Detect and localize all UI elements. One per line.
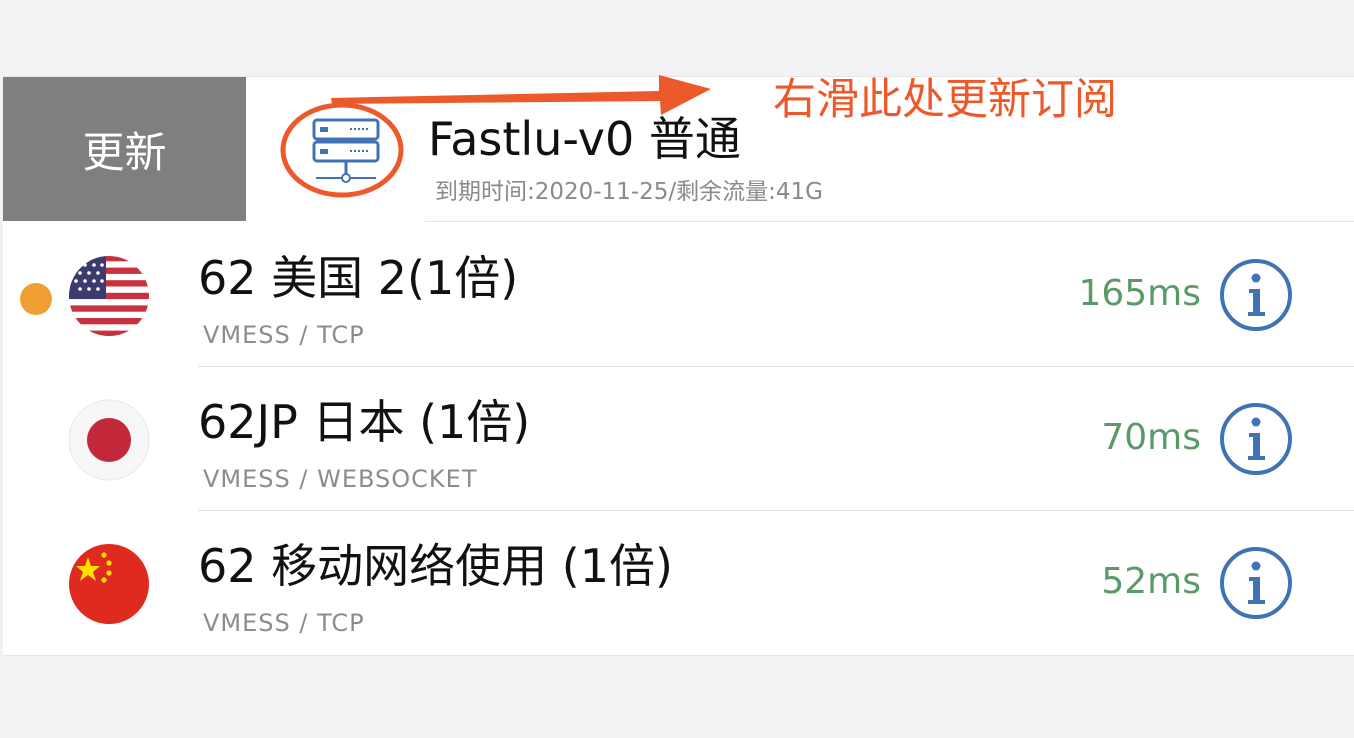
server-name: 62JP 日本 (1倍) bbox=[198, 395, 531, 449]
subscription-meta: 到期时间:2020-11-25/剩余流量:41G bbox=[435, 179, 824, 205]
server-row-jp[interactable]: 62JP 日本 (1倍) VMESS / WEBSOCKET 70ms bbox=[3, 366, 1354, 510]
server-row-cn[interactable]: 62 移动网络使用 (1倍) VMESS / TCP 52ms bbox=[3, 510, 1354, 654]
annotation-arrow bbox=[331, 75, 711, 115]
subscription-list: 更新 Fastlu-v0 普通 到期时间:2020-11-25/剩余流量:41G… bbox=[3, 75, 1354, 656]
selected-indicator-dot bbox=[20, 283, 52, 315]
server-protocol: VMESS / TCP bbox=[203, 609, 365, 637]
server-protocol: VMESS / TCP bbox=[203, 321, 365, 349]
server-protocol: VMESS / WEBSOCKET bbox=[203, 465, 478, 493]
server-row-us[interactable]: 62 美国 2(1倍) VMESS / TCP 165ms bbox=[3, 222, 1354, 366]
latency-value: 52ms bbox=[1101, 561, 1201, 602]
latency-value: 165ms bbox=[1078, 273, 1201, 314]
update-button-label: 更新 bbox=[82, 127, 167, 177]
annotation-text: 右滑此处更新订阅 bbox=[773, 75, 1117, 125]
server-name: 62 移动网络使用 (1倍) bbox=[198, 539, 673, 593]
cn-flag-icon bbox=[69, 544, 149, 624]
info-icon[interactable] bbox=[1219, 546, 1293, 620]
us-flag-icon bbox=[69, 256, 149, 336]
info-icon[interactable] bbox=[1219, 258, 1293, 332]
info-icon[interactable] bbox=[1219, 402, 1293, 476]
update-subscription-button[interactable]: 更新 bbox=[3, 77, 246, 221]
latency-value: 70ms bbox=[1101, 417, 1201, 458]
jp-flag-icon bbox=[68, 399, 150, 481]
server-name: 62 美国 2(1倍) bbox=[198, 251, 519, 305]
